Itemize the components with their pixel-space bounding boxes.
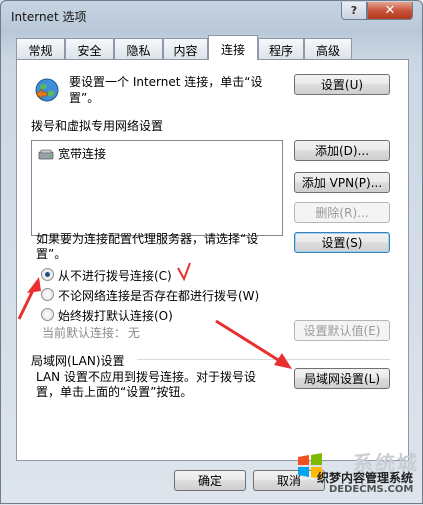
red-arrow-lan-head	[274, 353, 292, 369]
tab-connections[interactable]: 连接	[208, 35, 258, 60]
internet-options-window: Internet 选项 ? ✕ 常规 安全 隐私 内容 连接 程序 高级 要设置…	[0, 0, 423, 504]
annotation-overlay	[17, 262, 292, 369]
red-check-mark	[177, 262, 191, 282]
red-arrow-lan-shaft	[215, 319, 284, 365]
site-watermark: 系统城 织梦内容管理系统 DEDECMS.COM	[295, 449, 423, 504]
watermark-url: DEDECMS.COM	[329, 484, 414, 495]
red-arrow-radio-head	[27, 277, 41, 293]
